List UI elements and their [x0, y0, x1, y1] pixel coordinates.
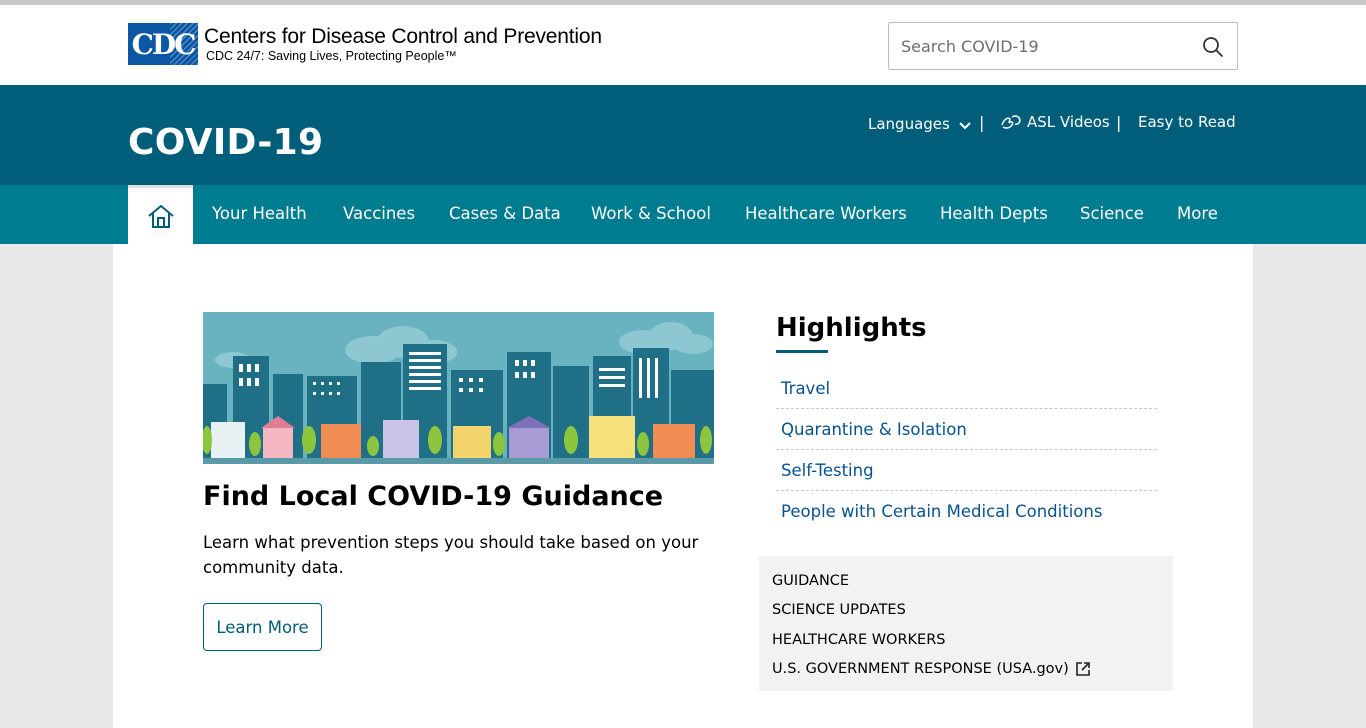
- list-item: Travel: [776, 368, 1157, 409]
- nav-healthcare-workers[interactable]: Healthcare Workers: [745, 204, 907, 223]
- logo-title: Centers for Disease Control and Preventi…: [204, 24, 602, 48]
- search-box: [888, 22, 1238, 70]
- asl-videos-link[interactable]: ASL Videos: [1000, 113, 1110, 131]
- feature-title: Find Local COVID-19 Guidance: [203, 481, 664, 512]
- quick-link-label: HEALTHCARE WORKERS: [772, 631, 946, 648]
- asl-label: ASL Videos: [1027, 113, 1110, 131]
- quick-link-label: U.S. GOVERNMENT RESPONSE (USA.gov): [772, 661, 1069, 678]
- util-separator: |: [1116, 113, 1122, 132]
- quick-link-government-response[interactable]: U.S. GOVERNMENT RESPONSE (USA.gov): [772, 655, 1160, 685]
- quick-link-science-updates[interactable]: SCIENCE UPDATES: [772, 596, 1160, 626]
- asl-hands-icon: [1001, 115, 1021, 129]
- page-title: COVID-19: [128, 122, 324, 163]
- highlight-link-quarantine[interactable]: Quarantine & Isolation: [781, 420, 967, 439]
- nav-vaccines[interactable]: Vaccines: [343, 204, 415, 223]
- list-item: People with Certain Medical Conditions: [776, 491, 1157, 532]
- nav-home[interactable]: [128, 185, 193, 244]
- main-nav: Your Health Vaccines Cases & Data Work &…: [0, 185, 1366, 244]
- logo-tagline: CDC 24/7: Saving Lives, Protecting Peopl…: [206, 48, 457, 63]
- search-icon[interactable]: [1201, 35, 1225, 59]
- nav-work-school[interactable]: Work & School: [591, 204, 711, 223]
- languages-menu[interactable]: Languages: [868, 115, 972, 133]
- list-item: Quarantine & Isolation: [776, 409, 1157, 450]
- highlight-link-medical-conditions[interactable]: People with Certain Medical Conditions: [781, 502, 1102, 521]
- quick-link-guidance[interactable]: GUIDANCE: [772, 566, 1160, 596]
- quick-links-box: GUIDANCE SCIENCE UPDATES HEALTHCARE WORK…: [759, 556, 1173, 691]
- external-link-icon: [1075, 662, 1090, 677]
- nav-science[interactable]: Science: [1080, 204, 1144, 223]
- main-content: Find Local COVID-19 Guidance Learn what …: [113, 244, 1253, 728]
- feature-description: Learn what prevention steps you should t…: [203, 533, 699, 577]
- topic-band: COVID-19 Languages | ASL Videos | Easy t…: [0, 85, 1366, 185]
- cdc-logo-text: Centers for Disease Control and Preventi…: [204, 25, 602, 64]
- chevron-down-icon: [959, 121, 971, 129]
- list-item: Self-Testing: [776, 450, 1157, 491]
- easy-to-read-label: Easy to Read: [1138, 113, 1236, 131]
- search-input[interactable]: [901, 23, 1191, 69]
- nav-your-health[interactable]: Your Health: [212, 204, 307, 223]
- quick-link-label: SCIENCE UPDATES: [772, 602, 906, 619]
- quick-link-label: GUIDANCE: [772, 572, 850, 589]
- quick-link-healthcare-workers[interactable]: HEALTHCARE WORKERS: [772, 625, 1160, 655]
- highlights-underline: [776, 350, 828, 353]
- site-header: CDC Centers for Disease Control and Prev…: [0, 5, 1366, 85]
- highlight-link-self-testing[interactable]: Self-Testing: [781, 461, 874, 480]
- cdc-logo[interactable]: CDC Centers for Disease Control and Prev…: [128, 23, 602, 65]
- easy-to-read-link[interactable]: Easy to Read: [1138, 113, 1236, 131]
- nav-health-depts[interactable]: Health Depts: [940, 204, 1048, 223]
- highlights-list: Travel Quarantine & Isolation Self-Testi…: [776, 368, 1157, 532]
- nav-cases-data[interactable]: Cases & Data: [449, 204, 561, 223]
- highlight-link-travel[interactable]: Travel: [781, 379, 830, 398]
- city-illustration: [203, 312, 714, 464]
- learn-more-button[interactable]: Learn More: [203, 603, 322, 651]
- highlights-title: Highlights: [776, 313, 927, 343]
- nav-more[interactable]: More: [1177, 204, 1218, 223]
- util-separator: |: [979, 113, 985, 132]
- languages-label: Languages: [868, 115, 950, 133]
- cdc-logo-mark: CDC: [128, 23, 198, 65]
- home-icon: [147, 204, 174, 228]
